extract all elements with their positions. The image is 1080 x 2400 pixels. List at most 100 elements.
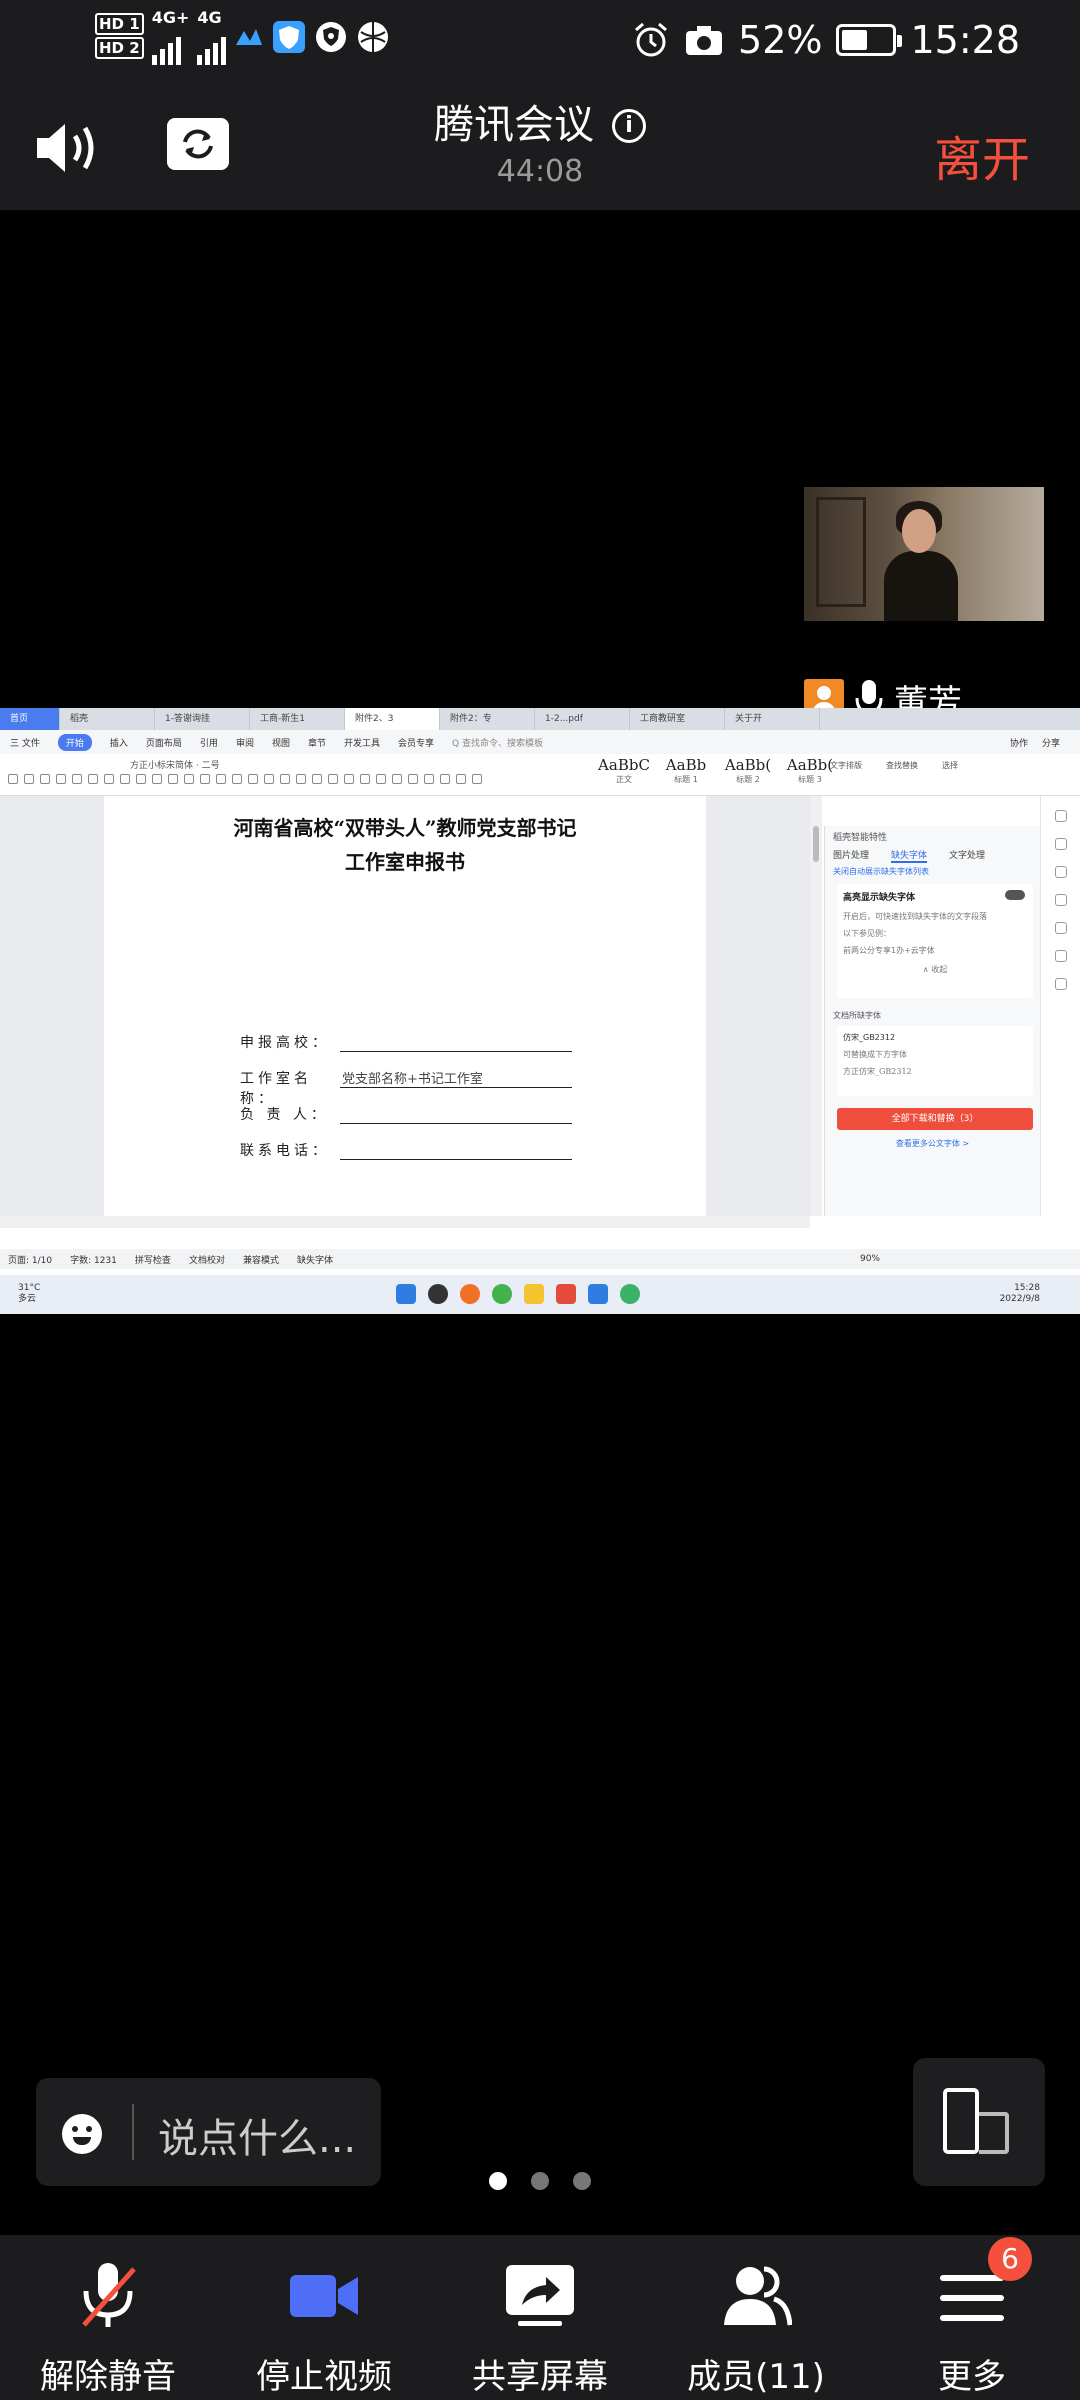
members-button[interactable]: 成员(11) bbox=[648, 2235, 864, 2400]
security-icon bbox=[316, 21, 347, 52]
taskbar-clock: 15:28 2022/9/8 bbox=[999, 1283, 1040, 1304]
wps-menu-item: 三 文件 bbox=[10, 738, 40, 749]
wps-side-panel: 稻壳智能特性 图片处理 缺失字体 文字处理 关闭自动展示缺失字体列表 高亮显示缺… bbox=[824, 826, 1040, 1216]
wps-tab: 1-答谢询挂 bbox=[155, 708, 250, 730]
document-canvas: 河南省高校“双带头人”教师党支部书记 工作室申报书 申报高校： 工作室名称： 党支… bbox=[0, 796, 810, 1216]
wps-status-bar: 页面: 1/10 字数: 1231 拼写检查 文档校对 兼容模式 缺失字体 90… bbox=[0, 1249, 1080, 1269]
meeting-header: 腾讯会议 i 44:08 离开 bbox=[0, 78, 1080, 210]
share-screen-icon bbox=[506, 2265, 574, 2326]
search-icon bbox=[428, 1284, 448, 1304]
notification-badge: 6 bbox=[988, 2237, 1032, 2281]
wps-tab: 工商-新生1 bbox=[250, 708, 345, 730]
windows-start-icon bbox=[396, 1284, 416, 1304]
wps-tab: 首页 bbox=[0, 708, 60, 730]
sim-indicators: HD 1 HD 2 bbox=[95, 12, 144, 61]
status-left: HD 1 HD 2 4G+ 4G bbox=[95, 8, 390, 65]
battery-icon bbox=[836, 24, 903, 56]
page-indicator bbox=[0, 2172, 1080, 2190]
hd1-badge: HD 1 bbox=[95, 12, 144, 35]
wps-tab: 工商教研室 bbox=[630, 708, 725, 730]
wps-menu-item: 开发工具 bbox=[343, 738, 380, 749]
share-screen-label: 共享屏幕 bbox=[472, 2357, 608, 2397]
font-selector: 方正小标宋简体 · 二号 bbox=[130, 761, 220, 771]
wps-menu-right: 协作 分享 bbox=[1010, 736, 1080, 749]
taskbar-icons bbox=[396, 1284, 640, 1304]
members-icon bbox=[724, 2266, 792, 2326]
shield-icon bbox=[273, 20, 306, 53]
status-right: 52% 15:28 bbox=[632, 18, 1020, 62]
browser-icon bbox=[492, 1284, 512, 1304]
net1-label: 4G+ bbox=[151, 8, 190, 27]
app-icon bbox=[620, 1284, 640, 1304]
download-replace-button: 全部下载和替换（3） bbox=[837, 1108, 1033, 1130]
more-button[interactable]: 6 更多 bbox=[864, 2235, 1080, 2400]
more-label: 更多 bbox=[938, 2357, 1006, 2397]
switch-device-button[interactable] bbox=[913, 2058, 1045, 2186]
unmute-button[interactable]: 解除静音 bbox=[0, 2235, 216, 2400]
wps-tab: 1-2...pdf bbox=[535, 708, 630, 730]
wps-tab: 稻壳 bbox=[60, 708, 155, 730]
weather-widget: 31°C 多云 bbox=[18, 1283, 41, 1304]
app-notification-icon bbox=[236, 28, 263, 45]
doc-field: 工作室名称： 党支部名称+书记工作室 bbox=[240, 1068, 572, 1108]
unmute-label: 解除静音 bbox=[40, 2357, 176, 2397]
wps-collab: 协作 bbox=[1009, 738, 1028, 749]
meeting-title-text: 腾讯会议 bbox=[434, 102, 594, 148]
wps-menu-bar: 三 文件 开始 插入 页面布局 引用 审阅 视图 章节 开发工具 会员专享 Q … bbox=[0, 730, 1080, 754]
tencent-meeting-icon bbox=[588, 1284, 608, 1304]
page-dot bbox=[531, 2172, 549, 2190]
emoji-icon[interactable] bbox=[62, 2114, 102, 2154]
doc-field: 负 责 人： bbox=[240, 1104, 572, 1124]
wps-menu-item: 章节 bbox=[307, 738, 326, 749]
members-label: 成员(11) bbox=[687, 2357, 825, 2397]
info-icon[interactable]: i bbox=[612, 109, 646, 143]
mic-muted-icon bbox=[82, 2263, 136, 2327]
wps-menu-item: 引用 bbox=[199, 738, 218, 749]
ribbon-icons bbox=[8, 774, 588, 788]
page-dot bbox=[573, 2172, 591, 2190]
tablet-icon bbox=[979, 2112, 1009, 2154]
participant-video-thumbnail[interactable] bbox=[804, 487, 1044, 621]
doc-title-line2: 工作室申报书 bbox=[345, 850, 465, 874]
battery-percent: 52% bbox=[738, 18, 823, 62]
ribbon-tools: 文字排版 查找替换 选择 bbox=[830, 761, 958, 770]
chat-placeholder: 说点什么... bbox=[158, 2116, 357, 2162]
battery-fill bbox=[842, 30, 868, 50]
wps-tab: 关于开 bbox=[725, 708, 820, 730]
wps-icon bbox=[556, 1284, 576, 1304]
firefox-icon bbox=[460, 1284, 480, 1304]
wps-menu-item: 会员专享 bbox=[398, 738, 435, 749]
signal-bars-2-icon bbox=[197, 27, 227, 65]
wps-tab-bar: 首页 稻壳 1-答谢询挂 工商-新生1 附件2、3 附件2：专 1-2...pd… bbox=[0, 708, 1080, 730]
hd2-badge: HD 2 bbox=[95, 36, 144, 59]
style-item: AaBb 标题 1 bbox=[665, 756, 707, 784]
panel-header: 稻壳智能特性 bbox=[833, 833, 888, 843]
meeting-title[interactable]: 腾讯会议 i bbox=[0, 92, 1080, 150]
style-item: AaBbC 正文 bbox=[598, 756, 650, 784]
wps-menu-item: 页面布局 bbox=[145, 738, 182, 749]
wps-menu-item: 插入 bbox=[109, 738, 128, 749]
meeting-duration: 44:08 bbox=[496, 154, 584, 189]
style-item: AaBb(标题 2 bbox=[724, 756, 772, 784]
panel-link: 关闭自动展示缺失字体列表 bbox=[833, 867, 929, 876]
missing-font-card: 仿宋_GB2312 可替换成下方字体 方正仿宋_GB2312 bbox=[837, 1026, 1033, 1096]
wps-tab: 附件2：专 bbox=[440, 708, 535, 730]
leave-button[interactable]: 离开 bbox=[934, 120, 1030, 190]
meeting-toolbar: 解除静音 停止视频 共享屏幕 成员(11) 6 更多 bbox=[0, 2235, 1080, 2400]
chat-input[interactable]: 说点什么... bbox=[36, 2078, 381, 2186]
signal2: 4G bbox=[197, 8, 227, 65]
stop-video-button[interactable]: 停止视频 bbox=[216, 2235, 432, 2400]
wps-menu-item: 审阅 bbox=[235, 738, 254, 749]
wps-share: 分享 bbox=[1041, 738, 1060, 749]
page-dot-active bbox=[489, 2172, 507, 2190]
net2-label: 4G bbox=[197, 8, 222, 27]
toggle-icon bbox=[1005, 890, 1025, 900]
wps-menu-item: 视图 bbox=[271, 738, 290, 749]
signal1: 4G+ bbox=[151, 8, 190, 65]
doc-field: 申报高校： bbox=[240, 1032, 572, 1052]
shared-screen: 首页 稻壳 1-答谢询挂 工商-新生1 附件2、3 附件2：专 1-2...pd… bbox=[0, 708, 1080, 1314]
share-screen-button[interactable]: 共享屏幕 bbox=[432, 2235, 648, 2400]
panel-section: 文档所缺字体 bbox=[833, 1011, 881, 1020]
doc-field: 联系电话： bbox=[240, 1140, 572, 1160]
more-fonts-link: 查看更多公文字体 > bbox=[895, 1139, 970, 1148]
